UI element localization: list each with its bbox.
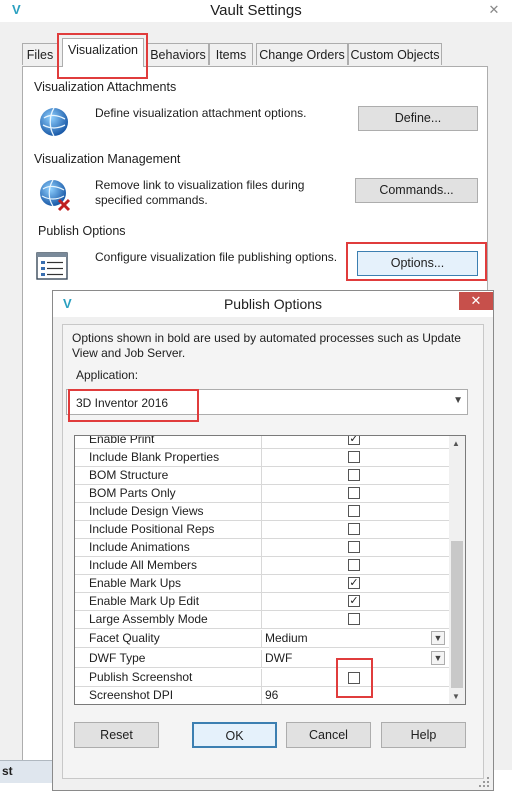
option-label: Include Design Views: [75, 503, 262, 520]
scrollbar-thumb[interactable]: [451, 541, 463, 688]
close-icon[interactable]: ✕: [476, 0, 512, 20]
publish-screenshot-highlight: [336, 658, 373, 698]
option-label: Enable Print: [75, 436, 262, 448]
define-button[interactable]: Define...: [358, 106, 478, 131]
tab-change-orders[interactable]: Change Orders: [256, 43, 348, 65]
option-row[interactable]: Large Assembly Mode: [75, 611, 449, 629]
option-label: Enable Mark Up Edit: [75, 593, 262, 610]
info-text-line1: Options shown in bold are used by automa…: [72, 331, 461, 345]
option-row[interactable]: Enable Mark Ups ✓: [75, 575, 449, 593]
management-description-line2: specified commands.: [95, 193, 208, 207]
option-row[interactable]: Include Blank Properties: [75, 449, 449, 467]
chevron-down-icon[interactable]: ▼: [431, 631, 445, 645]
option-checkbox[interactable]: [348, 487, 360, 499]
scroll-up-icon[interactable]: ▲: [452, 439, 460, 448]
globe-icon: [38, 106, 70, 141]
option-checkbox[interactable]: [348, 505, 360, 517]
option-label: Include Blank Properties: [75, 449, 262, 466]
option-checkbox[interactable]: ✓: [348, 577, 360, 589]
option-label: Large Assembly Mode: [75, 611, 262, 628]
attachments-description: Define visualization attachment options.: [95, 106, 307, 120]
publish-options-titlebar[interactable]: V Publish Options ✕: [53, 291, 493, 317]
settings-list-icon: [36, 252, 68, 283]
publish-screenshot-label: Publish Screenshot: [75, 669, 262, 686]
visualization-tab-highlight: [57, 33, 148, 79]
option-row[interactable]: Enable Print ✓: [75, 436, 449, 449]
reset-button[interactable]: Reset: [74, 722, 159, 748]
ok-button[interactable]: OK: [192, 722, 277, 748]
options-grid: Enable Print ✓ Include Blank Properties BOM…: [74, 435, 466, 705]
info-text-line2: View and Job Server.: [72, 346, 186, 360]
option-label: Include Positional Reps: [75, 521, 262, 538]
dwf-type-label: DWF Type: [75, 650, 262, 667]
publish-screenshot-row[interactable]: Publish Screenshot: [75, 669, 449, 687]
option-row[interactable]: Enable Mark Up Edit ✓: [75, 593, 449, 611]
vault-settings-titlebar[interactable]: V Vault Settings ✕: [0, 0, 512, 22]
option-label: BOM Parts Only: [75, 485, 262, 502]
chevron-down-icon[interactable]: ▼: [431, 651, 445, 665]
cancel-button[interactable]: Cancel: [286, 722, 371, 748]
option-label: Include All Members: [75, 557, 262, 574]
tab-files[interactable]: Files: [22, 43, 58, 65]
option-label: Enable Mark Ups: [75, 575, 262, 592]
vault-settings-title: Vault Settings: [210, 2, 302, 19]
help-button[interactable]: Help: [381, 722, 466, 748]
option-checkbox[interactable]: ✓: [348, 595, 360, 607]
option-row[interactable]: Include Animations: [75, 539, 449, 557]
screenshot-dpi-label: Screenshot DPI: [75, 687, 262, 704]
section-title-management: Visualization Management: [34, 152, 181, 166]
option-label: BOM Structure: [75, 467, 262, 484]
chevron-down-icon[interactable]: ▼: [453, 395, 463, 406]
publish-description: Configure visualization file publishing …: [95, 250, 338, 264]
option-row[interactable]: Include Positional Reps: [75, 521, 449, 539]
option-row[interactable]: Include Design Views: [75, 503, 449, 521]
facet-quality-label: Facet Quality: [75, 630, 262, 647]
option-row[interactable]: Include All Members: [75, 557, 449, 575]
close-icon[interactable]: ✕: [459, 292, 493, 310]
section-title-attachments: Visualization Attachments: [34, 80, 177, 94]
dwf-type-row[interactable]: DWF Type DWF ▼: [75, 650, 449, 668]
option-checkbox[interactable]: [348, 523, 360, 535]
resize-grip-icon[interactable]: [478, 776, 490, 788]
commands-button[interactable]: Commands...: [355, 178, 478, 203]
option-checkbox[interactable]: [348, 559, 360, 571]
option-checkbox[interactable]: ✓: [348, 436, 360, 445]
option-checkbox[interactable]: [348, 469, 360, 481]
option-label: Include Animations: [75, 539, 262, 556]
globe-remove-icon: [38, 178, 72, 215]
options-button-highlight: [346, 242, 487, 281]
option-row[interactable]: BOM Structure: [75, 467, 449, 485]
option-checkbox[interactable]: [348, 613, 360, 625]
facet-quality-value[interactable]: Medium: [265, 630, 445, 647]
section-title-publish: Publish Options: [38, 224, 126, 238]
options-scrollbar[interactable]: ▲ ▼: [449, 436, 465, 704]
application-label: Application:: [76, 368, 139, 382]
scroll-down-icon[interactable]: ▼: [452, 692, 460, 701]
management-description-line1: Remove link to visualization files durin…: [95, 178, 305, 192]
application-highlight: [68, 389, 199, 422]
option-row[interactable]: BOM Parts Only: [75, 485, 449, 503]
facet-quality-row[interactable]: Facet Quality Medium ▼: [75, 630, 449, 648]
tab-items[interactable]: Items: [209, 43, 253, 65]
option-checkbox[interactable]: [348, 541, 360, 553]
screenshot-dpi-row[interactable]: Screenshot DPI 96: [75, 687, 449, 704]
tab-behaviors[interactable]: Behaviors: [147, 43, 209, 65]
tab-custom-objects[interactable]: Custom Objects: [348, 43, 442, 65]
publish-options-title: Publish Options: [223, 296, 323, 312]
background-taskbar-fragment: st: [0, 760, 54, 783]
background-text-fragment: st: [2, 764, 13, 778]
option-checkbox[interactable]: [348, 451, 360, 463]
